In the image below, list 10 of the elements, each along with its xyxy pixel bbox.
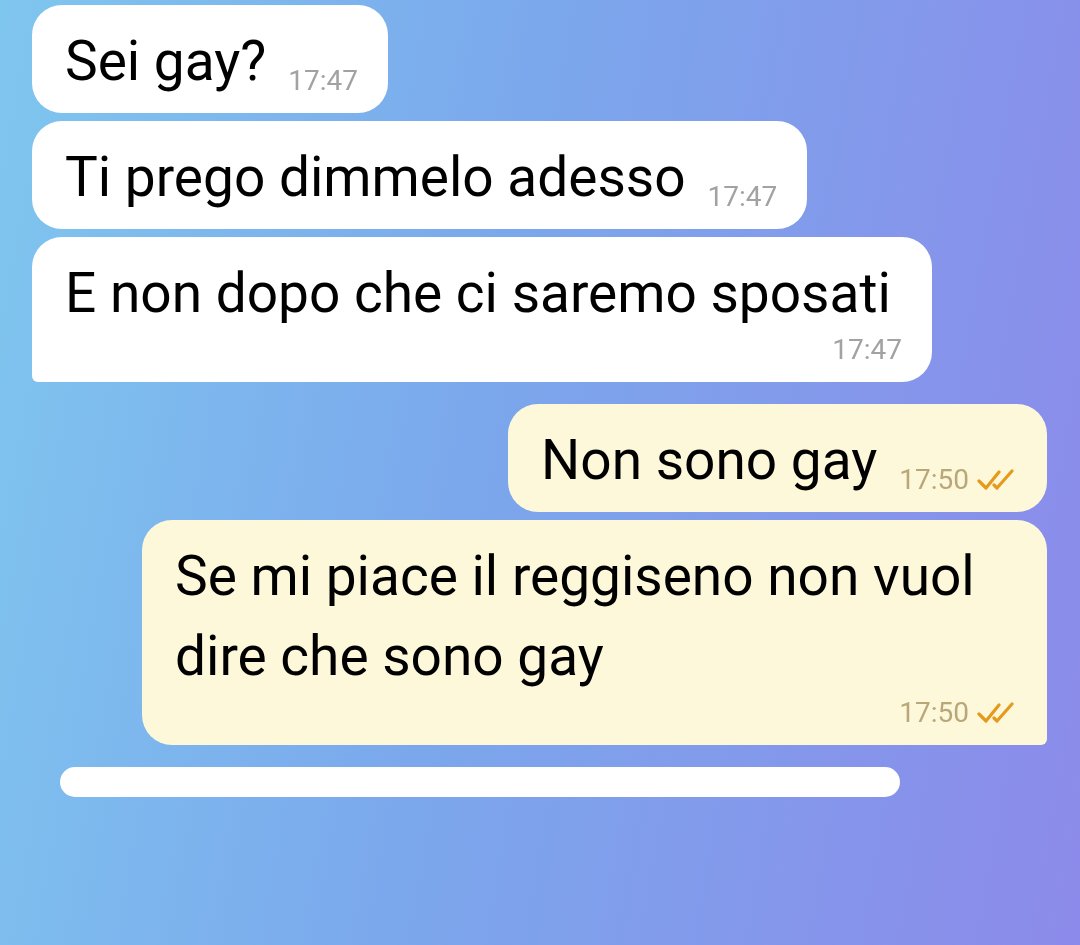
message-text: E non dopo che ci saremo sposati (65, 260, 891, 327)
message-time: 17:50 (899, 696, 969, 729)
message-text: Se mi piace il reggiseno non vuol dire che sono gay (175, 543, 976, 690)
message-time: 17:50 (899, 463, 969, 496)
message-time: 17:47 (707, 180, 778, 213)
message-time: 17:47 (832, 333, 902, 366)
message-text: Ti prego dimmelo adesso (65, 144, 686, 211)
message-time: 17:47 (288, 64, 358, 97)
message-text: Sei gay? (65, 28, 267, 95)
message-text: Non sono gay (541, 427, 878, 494)
